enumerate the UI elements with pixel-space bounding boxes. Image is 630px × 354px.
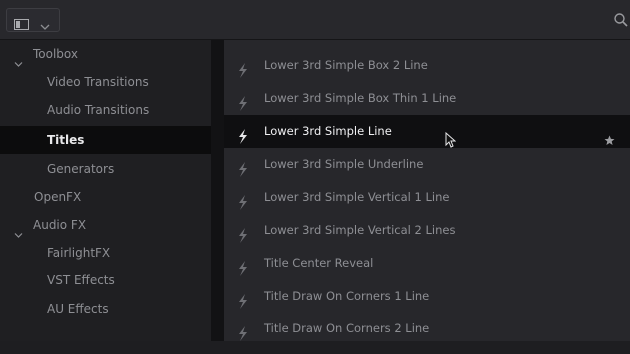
sidebar-item-label: FairlightFX xyxy=(47,246,111,260)
sidebar-item-label: Toolbox xyxy=(33,47,78,61)
list-item-label: Lower 3rd Simple Vertical 2 Lines xyxy=(264,223,456,237)
sidebar-item-label: Video Transitions xyxy=(47,75,149,89)
list-item-label: Title Draw On Corners 2 Line xyxy=(264,321,430,335)
list-item-label: Title Draw On Corners 1 Line xyxy=(264,289,430,303)
sidebar-item-audio-transitions[interactable]: Audio Transitions xyxy=(0,96,211,124)
sidebar-item-label: Titles xyxy=(47,133,85,147)
list-item[interactable]: Lower 3rd Simple Vertical 1 Line xyxy=(224,181,630,214)
titles-list: Lower 3rd Simple Box 2 Line Lower 3rd Si… xyxy=(224,40,630,341)
sidebar-item-fairlightfx[interactable]: FairlightFX xyxy=(0,239,211,267)
list-item[interactable]: Lower 3rd Simple Box 2 Line xyxy=(224,49,630,82)
sidebar-item-titles[interactable]: Titles xyxy=(0,126,211,154)
list-item-label: Lower 3rd Simple Box Thin 1 Line xyxy=(264,91,457,105)
lightning-bolt-icon xyxy=(237,321,249,354)
sidebar-item-video-transitions[interactable]: Video Transitions xyxy=(0,68,211,96)
panel-divider[interactable] xyxy=(211,40,224,341)
list-item[interactable]: Title Draw On Corners 2 Line xyxy=(224,312,630,345)
sidebar-item-label: OpenFX xyxy=(34,190,82,204)
sidebar-item-vst-effects[interactable]: VST Effects xyxy=(0,266,211,294)
panel-layout-icon xyxy=(14,15,29,34)
sidebar-item-label: VST Effects xyxy=(47,273,115,287)
sidebar-item-audio-fx[interactable]: Audio FX xyxy=(0,211,211,239)
list-item[interactable]: Lower 3rd Simple Underline xyxy=(224,148,630,181)
list-item-label: Lower 3rd Simple Vertical 1 Line xyxy=(264,190,450,204)
list-item[interactable]: Lower 3rd Simple Box Thin 1 Line xyxy=(224,82,630,115)
list-item-label: Lower 3rd Simple Line xyxy=(264,124,392,138)
sidebar-item-openfx[interactable]: OpenFX xyxy=(0,183,211,211)
list-item-label: Title Center Reveal xyxy=(264,256,374,270)
list-item[interactable]: Title Center Reveal xyxy=(224,247,630,280)
chevron-down-icon xyxy=(40,16,50,35)
sidebar-item-label: Audio Transitions xyxy=(47,103,150,117)
sidebar-item-label: AU Effects xyxy=(47,302,109,316)
sidebar-item-toolbox[interactable]: Toolbox xyxy=(0,40,211,68)
search-icon[interactable] xyxy=(614,12,628,31)
list-item-label: Lower 3rd Simple Underline xyxy=(264,157,424,171)
sidebar-item-label: Generators xyxy=(47,162,115,176)
effects-toolbar xyxy=(0,0,630,40)
list-item-label: Lower 3rd Simple Box 2 Line xyxy=(264,58,428,72)
list-item[interactable]: Lower 3rd Simple Vertical 2 Lines xyxy=(224,214,630,247)
view-toggle-button[interactable] xyxy=(6,8,60,32)
effects-sidebar: Toolbox Video Transitions Audio Transiti… xyxy=(0,40,211,341)
sidebar-item-au-effects[interactable]: AU Effects xyxy=(0,295,211,323)
sidebar-item-label: Audio FX xyxy=(33,218,87,232)
list-item[interactable]: Title Draw On Corners 1 Line xyxy=(224,280,630,313)
sidebar-item-generators[interactable]: Generators xyxy=(0,155,211,183)
list-item-selected[interactable]: Lower 3rd Simple Line xyxy=(224,115,630,148)
